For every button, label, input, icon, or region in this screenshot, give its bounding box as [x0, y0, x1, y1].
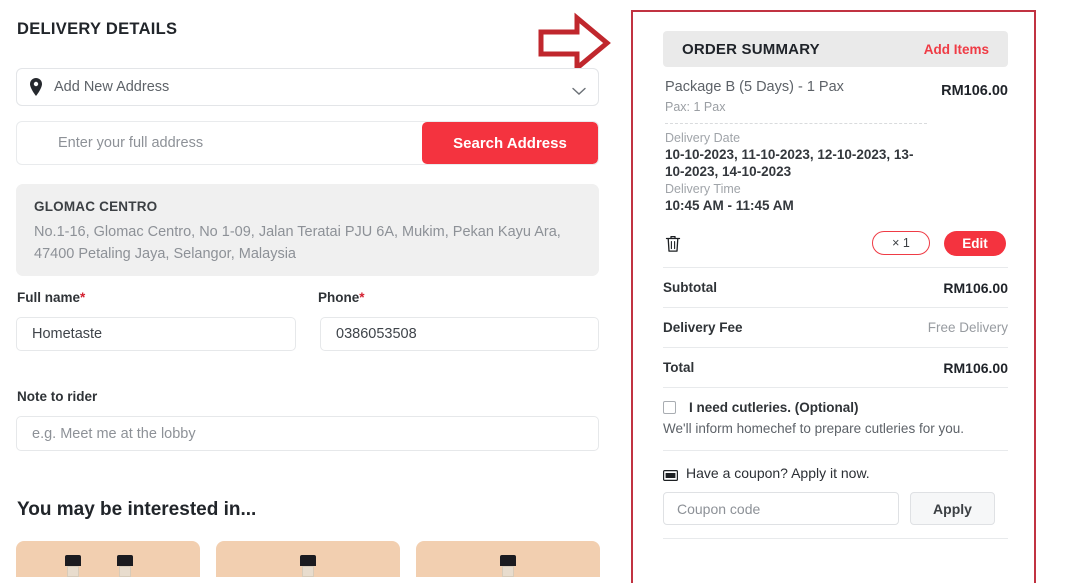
totals-value: Free Delivery	[927, 320, 1008, 335]
required-mark: *	[80, 290, 86, 305]
cutleries-checkbox[interactable]	[663, 401, 676, 414]
dashed-divider	[665, 123, 927, 124]
phone-label-text: Phone	[318, 290, 360, 305]
order-summary-title: ORDER SUMMARY	[682, 40, 820, 58]
delivery-date-label: Delivery Date	[665, 131, 741, 145]
page-title: DELIVERY DETAILS	[17, 20, 178, 38]
search-address-row: Enter your full address Search Address	[16, 121, 599, 165]
edit-item-button[interactable]: Edit	[944, 230, 1006, 256]
phone-label: Phone*	[318, 290, 365, 305]
totals-row-total: Total RM106.00	[663, 347, 1008, 388]
right-arrow-annotation	[533, 12, 613, 74]
totals-section: Subtotal RM106.00 Delivery Fee Free Deli…	[663, 267, 1008, 388]
product-card-3[interactable]	[416, 541, 600, 577]
full-name-input[interactable]: Hometaste	[16, 317, 296, 351]
trash-icon[interactable]	[665, 234, 681, 253]
order-item-actions: × 1 Edit	[665, 230, 1006, 256]
order-item-price: RM106.00	[941, 83, 1008, 99]
delivery-details-column: DELIVERY DETAILS Add New Address Enter y…	[0, 0, 620, 577]
cutleries-label: I need cutleries. (Optional)	[689, 400, 859, 415]
delivery-time-row: Delivery Time 10:45 AM - 11:45 AM	[665, 181, 1006, 214]
bottle-graphic	[116, 555, 134, 577]
totals-row-delivery-fee: Delivery Fee Free Delivery	[663, 307, 1008, 347]
delivery-time-value: 10:45 AM - 11:45 AM	[665, 198, 794, 213]
order-item-pax: Pax: 1 Pax	[665, 100, 726, 114]
cutleries-section: I need cutleries. (Optional) We'll infor…	[663, 400, 1008, 436]
full-name-label: Full name*	[17, 290, 85, 305]
order-item: Package B (5 Days) - 1 Pax Pax: 1 Pax RM…	[663, 67, 1008, 256]
phone-input[interactable]: 0386053508	[320, 317, 599, 351]
full-address-input[interactable]: Enter your full address	[17, 122, 422, 164]
coupon-code-input[interactable]: Coupon code	[663, 492, 899, 525]
ticket-icon	[663, 468, 679, 481]
location-pin-icon	[29, 78, 43, 96]
saved-address-card[interactable]: GLOMAC CENTRO No.1-16, Glomac Centro, No…	[16, 184, 599, 276]
coupon-heading-row: Have a coupon? Apply it now.	[663, 465, 1008, 481]
coupon-heading: Have a coupon? Apply it now.	[686, 465, 870, 481]
bottle-graphic	[64, 555, 82, 577]
apply-coupon-button[interactable]: Apply	[910, 492, 995, 525]
order-summary-header: ORDER SUMMARY Add Items	[663, 31, 1008, 67]
cutleries-checkbox-row[interactable]: I need cutleries. (Optional)	[663, 400, 1008, 415]
add-items-link[interactable]: Add Items	[924, 42, 989, 57]
interested-section-title: You may be interested in...	[17, 499, 257, 520]
product-card-1[interactable]	[16, 541, 200, 577]
required-mark: *	[359, 290, 365, 305]
delivery-date-value: 10-10-2023, 11-10-2023, 12-10-2023, 13-1…	[665, 147, 914, 179]
totals-label: Subtotal	[663, 280, 717, 295]
totals-value: RM106.00	[943, 359, 1008, 376]
delivery-time-label: Delivery Time	[665, 182, 741, 196]
product-card-strip	[16, 541, 600, 577]
bottom-divider	[663, 538, 1008, 539]
totals-value: RM106.00	[943, 279, 1008, 296]
cutleries-subtext: We'll inform homechef to prepare cutleri…	[663, 421, 964, 436]
coupon-section: Have a coupon? Apply it now. Coupon code…	[663, 450, 1008, 539]
coupon-input-row: Coupon code Apply	[663, 492, 1008, 525]
search-address-button[interactable]: Search Address	[422, 122, 598, 164]
quantity-badge[interactable]: × 1	[872, 231, 930, 255]
product-card-2[interactable]	[216, 541, 400, 577]
bottle-graphic	[499, 555, 517, 577]
saved-address-name: GLOMAC CENTRO	[34, 199, 158, 214]
delivery-date-row: Delivery Date 10-10-2023, 11-10-2023, 12…	[665, 130, 1006, 180]
note-to-rider-input[interactable]: e.g. Meet me at the lobby	[16, 416, 599, 451]
address-select-value: Add New Address	[54, 79, 170, 95]
full-name-label-text: Full name	[17, 290, 81, 305]
totals-label: Total	[663, 360, 695, 375]
saved-address-line: No.1-16, Glomac Centro, No 1-09, Jalan T…	[34, 224, 561, 262]
totals-row-subtotal: Subtotal RM106.00	[663, 267, 1008, 307]
bottle-graphic	[299, 555, 317, 577]
note-to-rider-label: Note to rider	[17, 389, 98, 404]
address-select[interactable]: Add New Address	[16, 68, 599, 106]
chevron-down-icon[interactable]	[572, 83, 586, 95]
totals-label: Delivery Fee	[663, 320, 743, 335]
order-summary-panel: ORDER SUMMARY Add Items Package B (5 Day…	[631, 10, 1036, 583]
